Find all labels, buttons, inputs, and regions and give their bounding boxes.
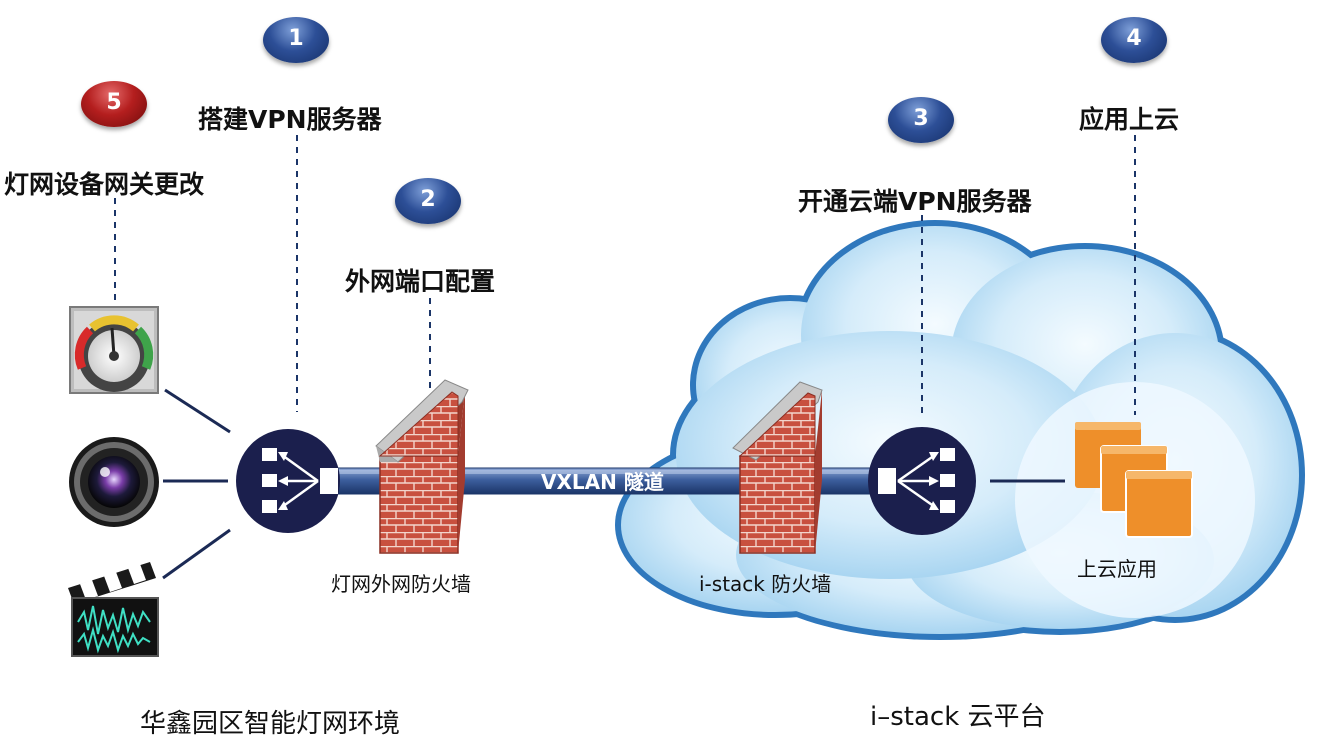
left-firewall-icon — [375, 379, 469, 554]
network-diagram: VXLAN 隧道 1 2 3 4 5 搭建VPN服务器 外网端口配置 开通云端V… — [0, 0, 1334, 746]
step-label-2: 外网端口配置 — [345, 267, 496, 296]
tunnel-label: VXLAN 隧道 — [541, 470, 664, 494]
cloud-app-caption: 上云应用 — [1077, 557, 1157, 581]
link-video-router — [162, 528, 231, 580]
step-badge-1: 1 — [263, 17, 329, 63]
gauge-device-icon — [69, 306, 159, 394]
left-vpn-router-icon — [236, 429, 340, 533]
step-label-4: 应用上云 — [1079, 105, 1180, 134]
left-firewall-caption: 灯网外网防火墙 — [331, 572, 471, 596]
step-badge-5: 5 — [81, 81, 147, 127]
step-label-1: 搭建VPN服务器 — [198, 105, 382, 134]
cloud-vpn-router-icon — [868, 427, 976, 535]
camera-device-icon — [69, 437, 159, 527]
istack-firewall-caption: i-stack 防火墙 — [699, 572, 832, 596]
step-badge-3: 3 — [888, 97, 954, 143]
right-zone-title: i–stack 云平台 — [870, 702, 1046, 732]
link-gauge-router — [164, 388, 231, 434]
video-editor-icon — [68, 562, 159, 657]
step-label-5: 灯网设备网关更改 — [4, 170, 205, 199]
left-zone-title: 华鑫园区智能灯网环境 — [140, 709, 401, 739]
step-badge-2: 2 — [395, 178, 461, 224]
step-label-3: 开通云端VPN服务器 — [798, 187, 1032, 216]
step-badge-4: 4 — [1101, 17, 1167, 63]
